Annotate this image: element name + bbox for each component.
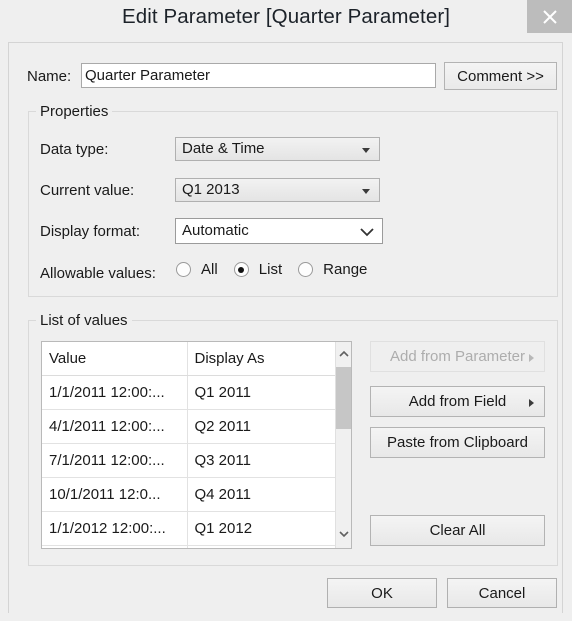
paste-from-clipboard-label: Paste from Clipboard (387, 434, 528, 451)
list-of-values-legend: List of values (36, 312, 132, 329)
table-row[interactable]: 4/1/2012 12:00:... Q2 2012 (42, 545, 337, 548)
allowable-values-label: Allowable values: (40, 265, 156, 282)
properties-legend: Properties (36, 103, 113, 120)
clear-all-label: Clear All (429, 522, 486, 539)
comment-button[interactable]: Comment >> (444, 62, 557, 90)
display-format-label: Display format: (40, 223, 141, 240)
chevron-down-icon (359, 226, 375, 242)
table-header-row: Value Display As (42, 342, 337, 376)
add-from-parameter-label: Add from Parameter (389, 348, 526, 365)
column-header-display-as[interactable]: Display As (187, 342, 337, 376)
add-from-field-button[interactable]: Add from Field (370, 386, 545, 417)
values-table: Value Display As 1/1/2011 12:00:... Q1 2… (42, 342, 337, 548)
current-value-label: Current value: (40, 182, 135, 199)
current-value-value: Q1 2013 (182, 181, 240, 198)
triangle-right-icon (529, 399, 534, 407)
radio-all-circle (176, 262, 191, 277)
radio-list-circle (233, 262, 249, 277)
display-format-dropdown[interactable]: Automatic (175, 218, 383, 244)
cell-display-as[interactable]: Q2 2011 (187, 409, 337, 444)
triangle-down-icon (362, 148, 370, 153)
column-header-value[interactable]: Value (42, 342, 188, 376)
data-type-dropdown[interactable]: Date & Time (175, 137, 380, 161)
clear-all-button[interactable]: Clear All (370, 515, 545, 546)
values-table-body: 1/1/2011 12:00:... Q1 2011 4/1/2011 12:0… (42, 375, 337, 548)
values-table-scrollbar[interactable] (335, 342, 351, 548)
close-icon (527, 9, 572, 25)
radio-range-label: Range (323, 261, 368, 278)
cell-value[interactable]: 4/1/2012 12:00:... (42, 545, 188, 548)
radio-range[interactable]: Range (298, 261, 367, 278)
display-format-value: Automatic (182, 222, 249, 239)
triangle-down-icon (362, 189, 370, 194)
table-row[interactable]: 1/1/2012 12:00:... Q1 2012 (42, 511, 337, 546)
add-from-field-label: Add from Field (408, 393, 507, 410)
ok-button[interactable]: OK (327, 578, 437, 608)
cell-value[interactable]: 1/1/2011 12:00:... (42, 375, 188, 410)
cell-display-as[interactable]: Q2 2012 (187, 545, 337, 548)
scrollbar-thumb[interactable] (336, 367, 351, 429)
values-table-container: Value Display As 1/1/2011 12:00:... Q1 2… (41, 341, 352, 549)
radio-list[interactable]: List (233, 261, 283, 278)
cell-display-as[interactable]: Q3 2011 (187, 443, 337, 478)
name-input[interactable] (81, 63, 436, 88)
table-row[interactable]: 10/1/2011 12:0... Q4 2011 (42, 477, 337, 512)
table-row[interactable]: 4/1/2011 12:00:... Q2 2011 (42, 409, 337, 444)
name-label: Name: (27, 68, 72, 85)
cell-value[interactable]: 10/1/2011 12:0... (42, 477, 188, 512)
triangle-right-icon (529, 354, 534, 362)
chevron-down-icon[interactable] (338, 527, 350, 543)
cell-value[interactable]: 7/1/2011 12:00:... (42, 443, 188, 478)
table-row[interactable]: 1/1/2011 12:00:... Q1 2011 (42, 375, 337, 410)
cell-value[interactable]: 4/1/2011 12:00:... (42, 409, 188, 444)
data-type-value: Date & Time (182, 140, 265, 157)
radio-all-label: All (201, 261, 218, 278)
cell-display-as[interactable]: Q4 2011 (187, 477, 337, 512)
cell-value[interactable]: 1/1/2012 12:00:... (42, 511, 188, 546)
add-from-parameter-button[interactable]: Add from Parameter (370, 341, 545, 372)
window-title: Edit Parameter [Quarter Parameter] (121, 5, 451, 28)
data-type-label: Data type: (40, 141, 109, 158)
close-button[interactable] (527, 0, 572, 33)
cell-display-as[interactable]: Q1 2012 (187, 511, 337, 546)
table-row[interactable]: 7/1/2011 12:00:... Q3 2011 (42, 443, 337, 478)
current-value-dropdown[interactable]: Q1 2013 (175, 178, 380, 202)
radio-all[interactable]: All (176, 261, 218, 278)
chevron-up-icon[interactable] (338, 347, 350, 363)
allowable-values-radio-group: All List Range (176, 261, 379, 278)
paste-from-clipboard-button[interactable]: Paste from Clipboard (370, 427, 545, 458)
cell-display-as[interactable]: Q1 2011 (187, 375, 337, 410)
radio-range-circle (298, 262, 314, 277)
cancel-button[interactable]: Cancel (447, 578, 557, 608)
radio-list-label: List (258, 261, 283, 278)
title-bar: Edit Parameter [Quarter Parameter] (0, 0, 572, 34)
